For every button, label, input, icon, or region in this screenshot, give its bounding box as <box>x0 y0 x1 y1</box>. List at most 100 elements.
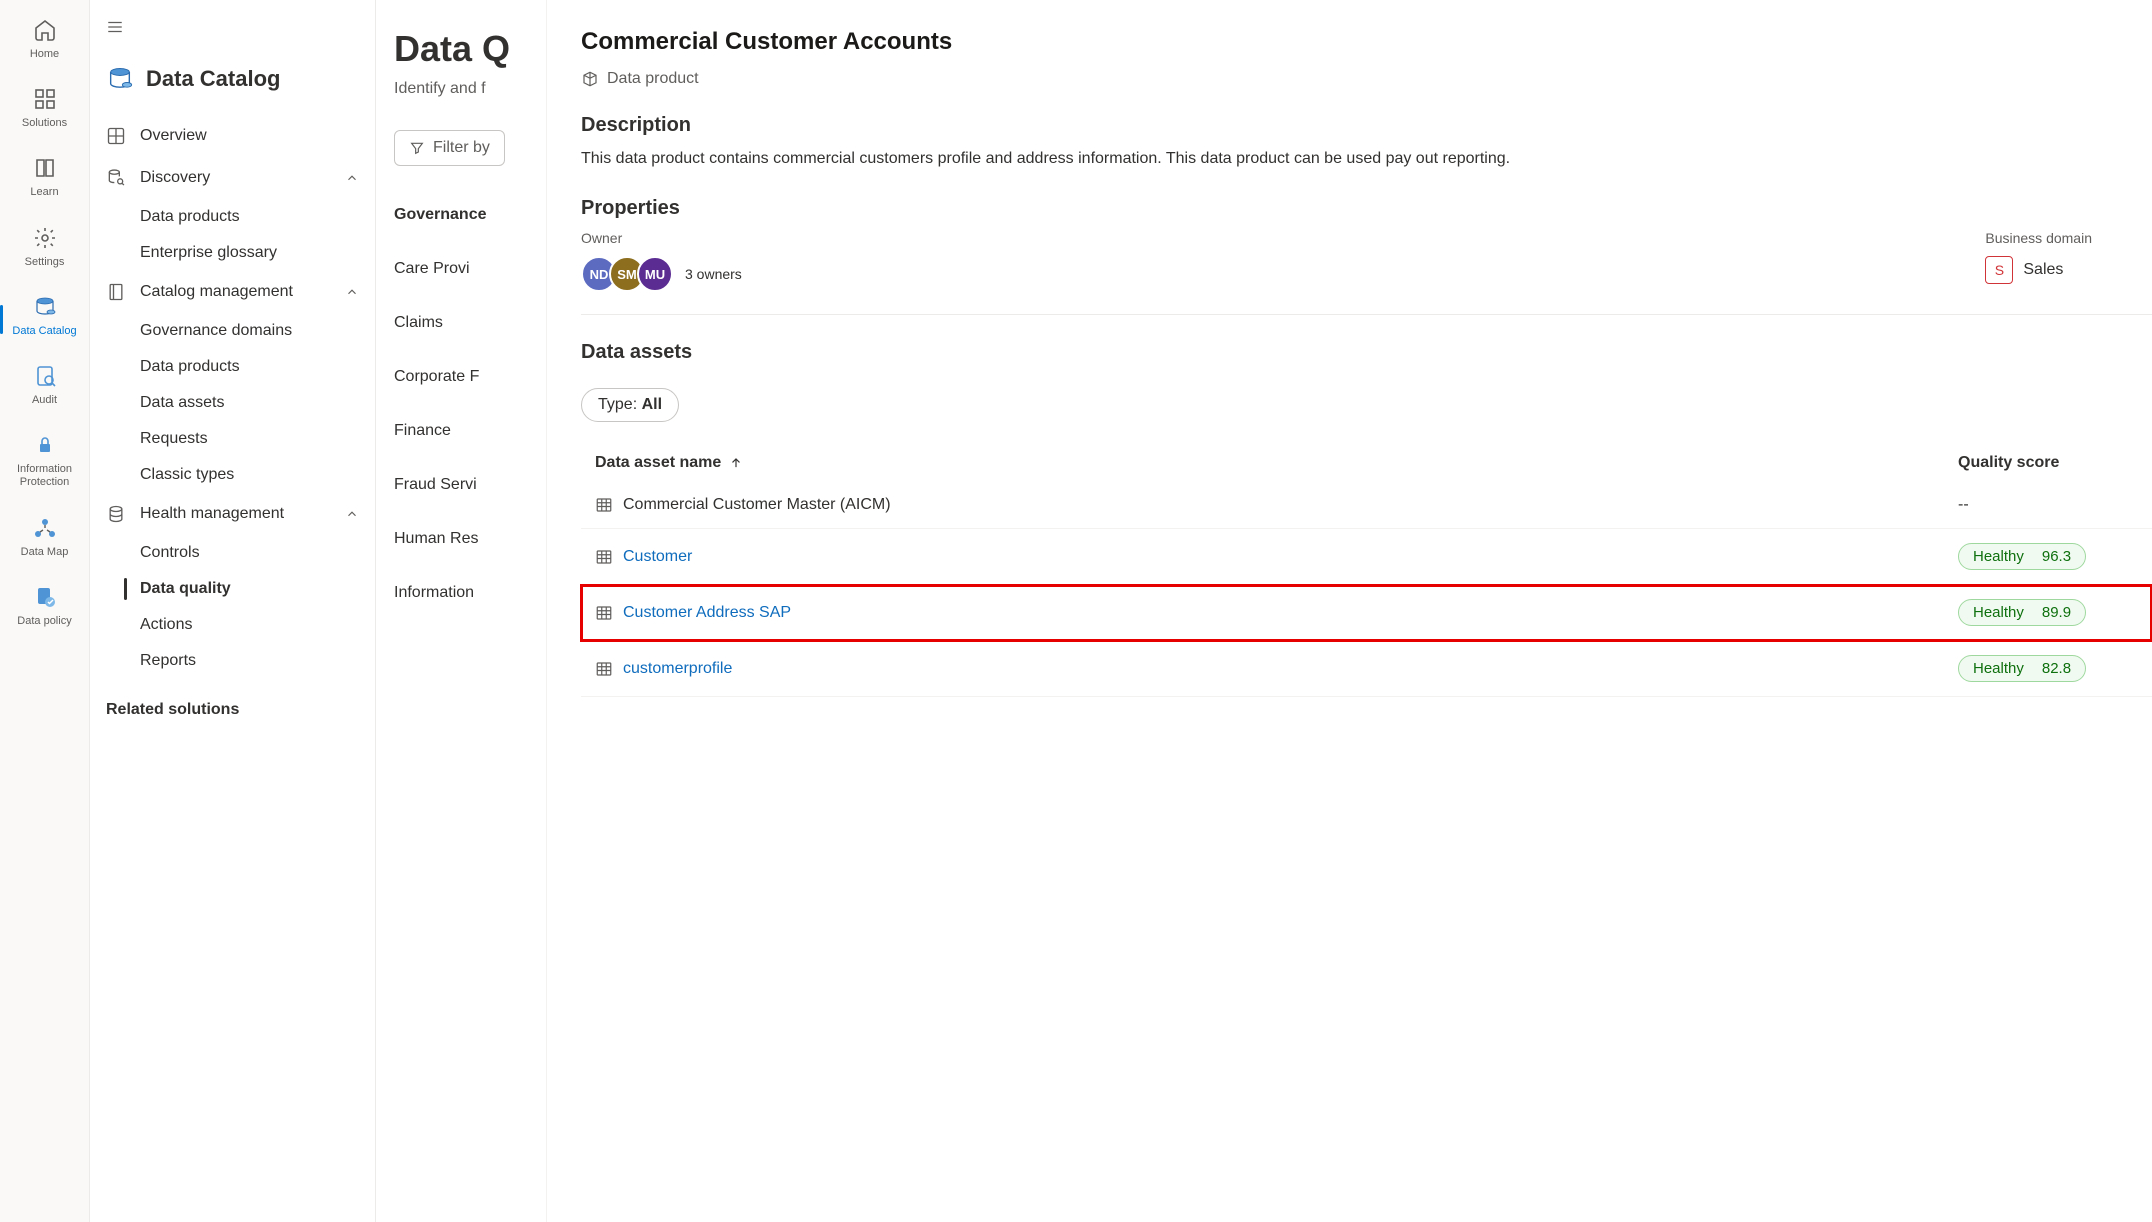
rail-label: Solutions <box>22 117 67 130</box>
rail-data-policy[interactable]: Data policy <box>0 577 89 642</box>
nav-health-mgmt[interactable]: Health management <box>90 493 375 535</box>
nav-overview[interactable]: Overview <box>90 115 375 157</box>
nav-requests[interactable]: Requests <box>90 421 375 457</box>
rail-settings[interactable]: Settings <box>0 218 89 283</box>
rail-label: Audit <box>32 394 57 407</box>
col-score-header[interactable]: Quality score <box>1958 454 2138 472</box>
map-icon <box>33 516 57 540</box>
asset-row[interactable]: CustomerHealthy96.3 <box>581 529 2152 585</box>
sidebar-title: Data Catalog <box>146 66 280 92</box>
nav-enterprise-glossary[interactable]: Enterprise glossary <box>90 235 375 271</box>
domain-item[interactable]: Human Res <box>394 512 546 566</box>
asset-row[interactable]: Customer Address SAPHealthy89.9 <box>581 585 2152 641</box>
rail-label: Data Map <box>21 546 69 559</box>
detail-type: Data product <box>581 70 2152 88</box>
nav-reports[interactable]: Reports <box>90 643 375 679</box>
audit-icon <box>33 364 57 388</box>
detail-panel: Commercial Customer Accounts Data produc… <box>546 0 2152 1222</box>
asset-name[interactable]: customerprofile <box>595 660 1958 678</box>
nav-catalog-mgmt[interactable]: Catalog management <box>90 271 375 313</box>
table-icon <box>595 660 613 678</box>
domain-item[interactable]: Finance <box>394 404 546 458</box>
assets-heading: Data assets <box>581 341 2152 364</box>
score-empty: -- <box>1958 496 2138 514</box>
shield-icon <box>33 433 57 457</box>
chevron-up-icon <box>345 285 359 299</box>
rail-label: Learn <box>30 186 58 199</box>
nav-data-assets[interactable]: Data assets <box>90 385 375 421</box>
domain-item[interactable]: Fraud Servi <box>394 458 546 512</box>
domain-item[interactable]: Claims <box>394 296 546 350</box>
score-badge: Healthy89.9 <box>1958 599 2086 626</box>
asset-name[interactable]: Customer <box>595 548 1958 566</box>
policy-icon <box>33 585 57 609</box>
asset-row[interactable]: customerprofileHealthy82.8 <box>581 641 2152 697</box>
chevron-up-icon <box>345 507 359 521</box>
nav-classic-types[interactable]: Classic types <box>90 457 375 493</box>
nav-gov-domains[interactable]: Governance domains <box>90 313 375 349</box>
domain-heading: Governance <box>394 188 546 242</box>
rail-label: Data policy <box>17 615 71 628</box>
rail-label: Data Catalog <box>12 325 76 338</box>
catalog-icon <box>106 65 134 93</box>
middle-column: Data Q Identify and f Filter by Governan… <box>376 0 546 1222</box>
type-filter[interactable]: Type: All <box>581 388 679 422</box>
sidebar: Data Catalog Overview Discovery Data pro… <box>90 0 376 1222</box>
domain-item[interactable]: Information <box>394 566 546 620</box>
table-icon <box>595 604 613 622</box>
rail-label: Settings <box>25 256 65 269</box>
properties-heading: Properties <box>581 197 2152 220</box>
type-label: Data product <box>607 70 699 88</box>
domain-name: Sales <box>2023 261 2063 279</box>
page-title: Data Q <box>394 28 546 70</box>
sort-asc-icon <box>729 456 743 470</box>
hamburger-button[interactable] <box>90 10 375 47</box>
database-icon <box>106 504 126 524</box>
domain-item[interactable]: Care Provi <box>394 242 546 296</box>
apps-icon <box>33 87 57 111</box>
score-badge: Healthy82.8 <box>1958 655 2086 682</box>
asset-name[interactable]: Customer Address SAP <box>595 604 1958 622</box>
rail-data-map[interactable]: Data Map <box>0 508 89 573</box>
biz-domain-label: Business domain <box>1985 230 2092 246</box>
sidebar-header: Data Catalog <box>90 47 375 115</box>
nav-data-products[interactable]: Data products <box>90 199 375 235</box>
biz-domain-value[interactable]: S Sales <box>1985 256 2092 284</box>
rail-solutions[interactable]: Solutions <box>0 79 89 144</box>
description-heading: Description <box>581 114 2152 137</box>
domain-list: Governance Care Provi Claims Corporate F… <box>394 188 546 620</box>
rail-data-catalog[interactable]: Data Catalog <box>0 287 89 352</box>
book-icon <box>33 156 57 180</box>
nav-data-products-2[interactable]: Data products <box>90 349 375 385</box>
col-name-header[interactable]: Data asset name <box>595 454 1958 472</box>
book-icon <box>106 282 126 302</box>
nav-label: Catalog management <box>140 283 293 301</box>
rail-info-protection[interactable]: Information Protection <box>0 425 89 503</box>
asset-name[interactable]: Commercial Customer Master (AICM) <box>595 496 1958 514</box>
gear-icon <box>33 226 57 250</box>
nav-controls[interactable]: Controls <box>90 535 375 571</box>
catalog-icon <box>33 295 57 319</box>
rail-home[interactable]: Home <box>0 10 89 75</box>
rail-audit[interactable]: Audit <box>0 356 89 421</box>
owners-count: 3 owners <box>685 266 742 282</box>
nav-label: Health management <box>140 505 284 523</box>
nav-label: Discovery <box>140 169 210 187</box>
grid-icon <box>106 126 126 146</box>
nav-actions[interactable]: Actions <box>90 607 375 643</box>
related-solutions-heading: Related solutions <box>90 679 375 727</box>
nav-data-quality[interactable]: Data quality <box>90 571 375 607</box>
owners-group[interactable]: ND SM MU 3 owners <box>581 256 742 292</box>
divider <box>581 314 2152 315</box>
nav-discovery[interactable]: Discovery <box>90 157 375 199</box>
domain-item[interactable]: Corporate F <box>394 350 546 404</box>
table-icon <box>595 548 613 566</box>
search-db-icon <box>106 168 126 188</box>
score-badge: Healthy96.3 <box>1958 543 2086 570</box>
filter-label: Filter by <box>433 139 490 157</box>
table-icon <box>595 496 613 514</box>
detail-title: Commercial Customer Accounts <box>581 28 2152 56</box>
rail-learn[interactable]: Learn <box>0 148 89 213</box>
filter-button[interactable]: Filter by <box>394 130 505 166</box>
asset-row[interactable]: Commercial Customer Master (AICM)-- <box>581 482 2152 529</box>
